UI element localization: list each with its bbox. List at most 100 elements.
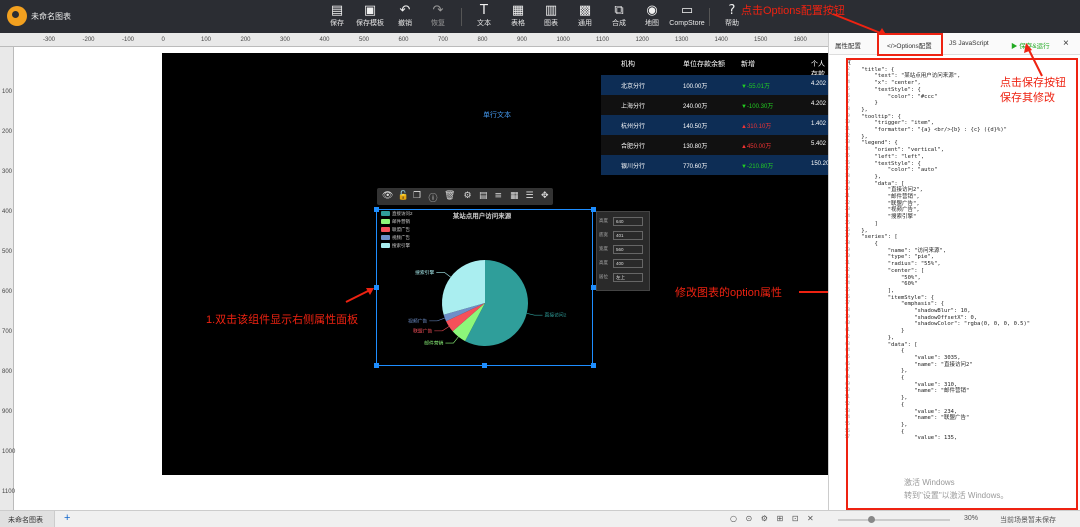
legend-swatch bbox=[381, 227, 390, 232]
ruler-tick-label: 100 bbox=[2, 89, 13, 95]
delete-icon[interactable]: 🗑 bbox=[444, 191, 455, 201]
float-field-label: 居位 bbox=[599, 274, 608, 279]
toolbar-button-table[interactable]: ▦ 表格 bbox=[503, 3, 533, 29]
settings-icon[interactable]: ⚙ bbox=[464, 191, 472, 201]
legend-label: 搜索引擎 bbox=[392, 243, 410, 248]
annotation-modify-option: 修改图表的option属性 bbox=[675, 287, 782, 299]
annotation-arrow bbox=[1024, 43, 1043, 77]
float-field: 宽度 560 bbox=[599, 245, 643, 254]
table-row[interactable]: 上海分行 240.00万 ▼-100.30万 4.202 bbox=[601, 95, 831, 115]
bottom-tool-icons[interactable]: ○ ⊙ ⚙ ⊞ ⊡ ✕ bbox=[730, 514, 817, 523]
annotation-double-click: 1.双击该组件显示右侧属性面板 bbox=[206, 314, 359, 326]
toolbar-button-undo[interactable]: ↶ 撤销 bbox=[390, 3, 420, 29]
table-row[interactable]: 合肥分行 130.80万 ▲450.00万 5.402 bbox=[601, 135, 831, 155]
ruler-tick-label: 500 bbox=[359, 37, 370, 43]
table-header-cell: 单位存款余额 bbox=[683, 61, 725, 68]
chart-legend: 直接访问2 邮件营销 联盟广告 视频广告 搜索引擎 bbox=[381, 211, 413, 251]
zoom-slider[interactable] bbox=[838, 516, 950, 523]
table-cell: 140.50万 bbox=[683, 124, 708, 130]
panel-tab-2[interactable]: JS JavaScript bbox=[949, 40, 989, 47]
float-field-label: 高度 bbox=[599, 260, 608, 265]
toolbar-button-save[interactable]: ▤ 保存 bbox=[321, 3, 353, 29]
table-cell: ▼-100.30万 bbox=[741, 104, 774, 110]
save-template-icon: ▣ bbox=[363, 3, 377, 18]
table-cell: 1.402 bbox=[811, 121, 827, 127]
legend-item[interactable]: 视频广告 bbox=[381, 235, 413, 243]
toolbar-button-compstore[interactable]: ▭ CompStore bbox=[665, 3, 709, 29]
float-field-input[interactable]: 401 bbox=[613, 231, 643, 240]
table-row[interactable]: 杭州分行 140.50万 ▲310.10万 1.402 bbox=[601, 115, 831, 135]
table-icon: ▦ bbox=[511, 3, 525, 18]
bottom-bar: 未命名图表 + ○ ⊙ ⚙ ⊞ ⊡ ✕ 30% 当前场景暂未保存 bbox=[0, 510, 1080, 527]
toolbar-button-map[interactable]: ◉ 地图 bbox=[637, 3, 667, 29]
float-field-label: 宽度 bbox=[599, 246, 608, 251]
legend-item[interactable]: 直接访问2 bbox=[381, 211, 413, 219]
save-icon[interactable]: ▤ bbox=[479, 191, 488, 201]
add-scene-button[interactable]: + bbox=[64, 512, 70, 524]
legend-item[interactable]: 搜索引擎 bbox=[381, 243, 413, 251]
compstore-icon: ▭ bbox=[680, 3, 694, 18]
ruler-tick-label: 1600 bbox=[793, 37, 807, 43]
info-icon[interactable]: ⓘ bbox=[429, 191, 438, 204]
toolbar-button-text[interactable]: T 文本 bbox=[469, 3, 499, 29]
table-cell: ▲310.10万 bbox=[741, 124, 772, 130]
annotation-save-button: 点击保存按钮保存其修改 bbox=[1000, 77, 1066, 104]
table-cell: ▲450.00万 bbox=[741, 144, 772, 150]
legend-swatch bbox=[381, 211, 390, 216]
float-field-input[interactable]: 560 bbox=[613, 245, 643, 254]
toolbar-label: 恢复 bbox=[431, 20, 445, 27]
toolbar-button-general[interactable]: ▩ 通用 bbox=[570, 3, 600, 29]
toolbar-separator bbox=[709, 8, 710, 26]
single-line-text-component[interactable]: 单行文本 bbox=[437, 110, 557, 120]
palette-icon[interactable]: ▦ bbox=[510, 191, 519, 201]
save-icon: ▤ bbox=[330, 3, 344, 18]
annotation-arrow bbox=[345, 288, 374, 303]
sliders-icon[interactable]: ≡ bbox=[495, 191, 503, 201]
ruler-tick-label: 600 bbox=[398, 37, 409, 43]
unlock-icon[interactable]: 🔓 bbox=[398, 191, 409, 201]
ruler-horizontal: -300 -200 -100 0 100 200 300 400 500 600 700 800 900… bbox=[0, 33, 828, 47]
legend-item[interactable]: 联盟广告 bbox=[381, 227, 413, 235]
panel-tab-0[interactable]: 属性配置 bbox=[835, 40, 861, 50]
zoom-slider-handle[interactable] bbox=[868, 516, 875, 523]
save-status: 当前场景暂未保存 bbox=[1000, 517, 1056, 524]
float-field-input[interactable]: 640 bbox=[613, 217, 643, 226]
table-row[interactable]: 北京分行 100.00万 ▼-55.01万 4.202 bbox=[601, 75, 831, 95]
float-field-input[interactable]: 左上 bbox=[613, 273, 643, 282]
app-root: 未命名图表 ▤ 保存 ▣ 保存模板 ↶ 撤销 ↷ 恢复 T 文本 ▦ 表格 ▥ 图表 ▩ 通用 ⧉ 合成 ◉ 地图 ▭ C… bbox=[0, 0, 1080, 527]
toolbar-button-redo[interactable]: ↷ 恢复 bbox=[423, 3, 453, 29]
close-icon[interactable]: × bbox=[1063, 38, 1069, 49]
move-icon[interactable]: ✥ bbox=[541, 191, 549, 201]
ruler-tick-label: 300 bbox=[280, 37, 291, 43]
table-cell: 上海分行 bbox=[621, 104, 646, 110]
table-cell: 150.20 bbox=[811, 161, 830, 167]
float-field: 高度 400 bbox=[599, 259, 643, 268]
ruler-tick-label: 700 bbox=[2, 329, 13, 335]
toolbar-label: 文本 bbox=[477, 20, 491, 27]
toolbar-button-composite[interactable]: ⧉ 合成 bbox=[604, 3, 634, 29]
table-row[interactable]: 银川分行 770.60万 ▼-210.80万 150.20 bbox=[601, 155, 831, 175]
table-cell: 130.80万 bbox=[683, 144, 708, 150]
component-toolbar: 👁 🔓 ❐ ⓘ 🗑 ⚙ ▤ ≡ ▦ ☰ ✥ bbox=[377, 188, 553, 205]
toolbar-button-save-template[interactable]: ▣ 保存模板 bbox=[350, 3, 390, 29]
table-header-row: 机构单位存款余额新增个人存款 bbox=[601, 55, 831, 78]
copy-icon[interactable]: ❐ bbox=[413, 191, 421, 201]
toolbar-label: 撤销 bbox=[398, 20, 412, 27]
text-icon: T bbox=[480, 3, 488, 18]
toolbar-label: 通用 bbox=[578, 20, 592, 27]
table-cell: 北京分行 bbox=[621, 84, 646, 90]
ruler-tick-label: -200 bbox=[82, 37, 95, 43]
layers-icon[interactable]: ☰ bbox=[526, 191, 534, 201]
annotation-options-button: 点击Options配置按钮 bbox=[741, 5, 845, 17]
pie-slice-label: 邮件营销 bbox=[424, 340, 443, 347]
float-field-input[interactable]: 400 bbox=[613, 259, 643, 268]
table-header-cell: 新增 bbox=[741, 61, 755, 68]
scene-tab[interactable]: 未命名图表 bbox=[0, 511, 55, 527]
highlight-options-tab bbox=[877, 33, 943, 56]
data-table-component[interactable]: 机构单位存款余额新增个人存款北京分行100.00万▼-55.01万4.202上海… bbox=[601, 55, 831, 175]
eye-icon[interactable]: 👁 bbox=[382, 191, 393, 201]
toolbar-button-chart[interactable]: ▥ 图表 bbox=[536, 3, 566, 29]
table-cell: 银川分行 bbox=[621, 164, 646, 170]
legend-item[interactable]: 邮件营销 bbox=[381, 219, 413, 227]
ruler-tick-label: 400 bbox=[2, 209, 13, 215]
